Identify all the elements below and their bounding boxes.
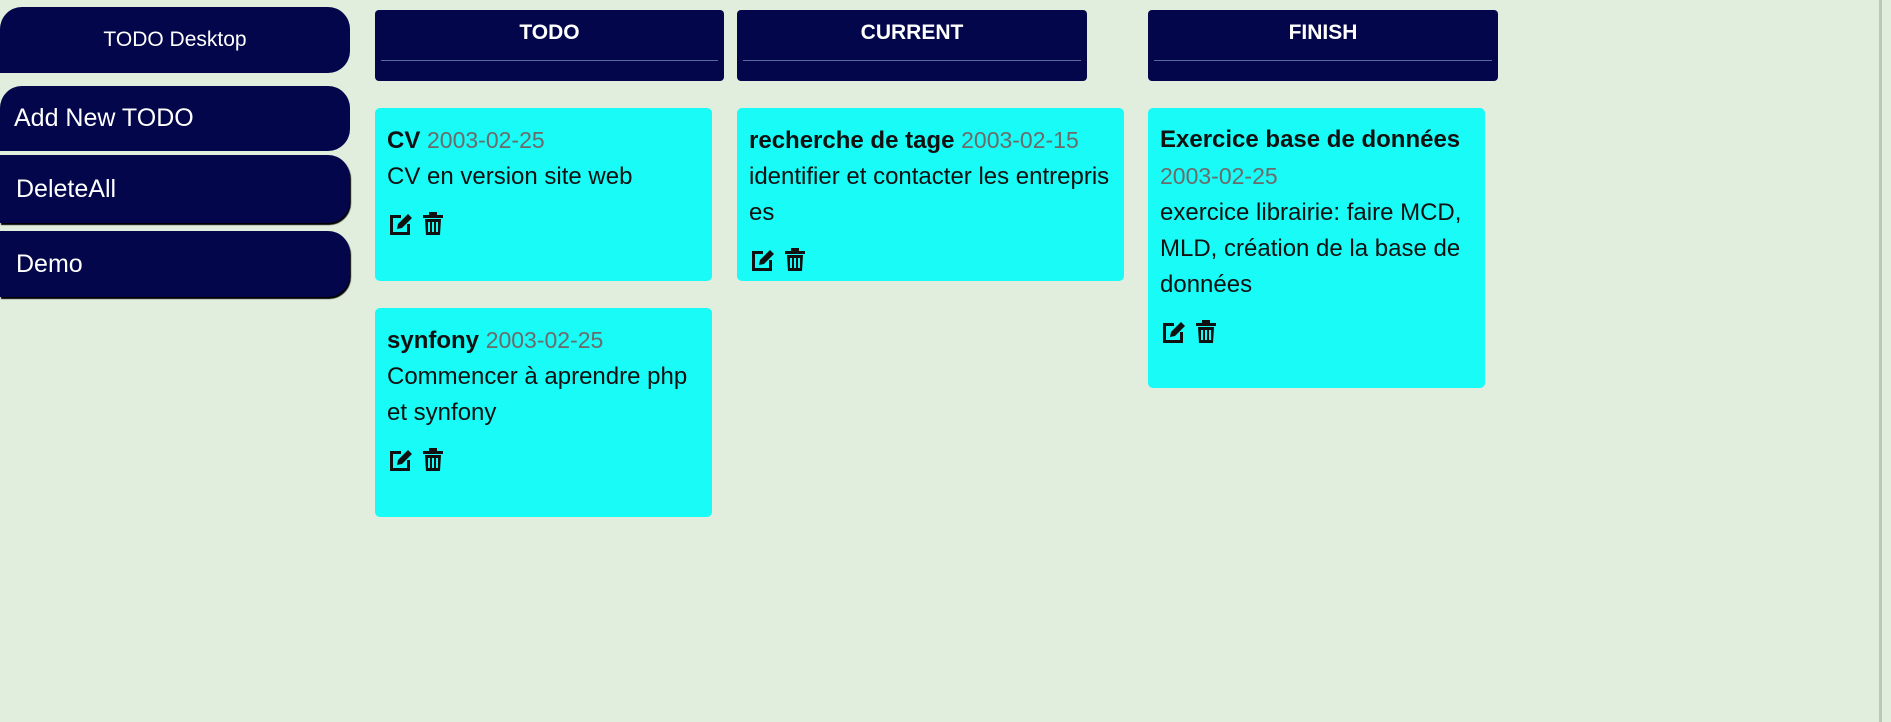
column-divider: [743, 60, 1081, 61]
card-date: 2003-02-25: [427, 127, 545, 153]
trash-icon[interactable]: [419, 209, 447, 237]
todo-card[interactable]: CV 2003-02-25 CV en version site web: [375, 108, 712, 281]
card-title: synfony: [387, 327, 480, 354]
column-divider: [1154, 60, 1492, 61]
column-title: FINISH: [1288, 21, 1358, 44]
todo-card[interactable]: Exercice base de données 2003-02-25 exer…: [1148, 108, 1485, 388]
card-header: synfony 2003-02-25: [387, 322, 700, 359]
todo-card[interactable]: recherche de tage 2003-02-15 identifier …: [737, 108, 1124, 281]
edit-icon[interactable]: [1160, 317, 1188, 345]
card-header: recherche de tage 2003-02-15: [749, 122, 1112, 159]
scrollbar-edge: [1879, 0, 1882, 722]
column-header-current: CURRENT: [737, 10, 1087, 81]
card-actions: [387, 209, 700, 237]
card-description: Commencer à aprendre php et synfony: [387, 363, 688, 426]
column-header-todo: TODO: [375, 10, 724, 81]
card-date: 2003-02-15: [961, 127, 1079, 153]
add-todo-button[interactable]: Add New TODO: [0, 86, 350, 151]
column-title: TODO: [519, 21, 580, 44]
demo-button[interactable]: Demo: [0, 231, 350, 297]
card-date: 2003-02-25: [1160, 163, 1278, 189]
column-divider: [381, 60, 718, 61]
todo-card[interactable]: synfony 2003-02-25 Commencer à aprendre …: [375, 308, 712, 517]
card-header: CV 2003-02-25: [387, 122, 700, 159]
card-actions: [749, 245, 1112, 273]
card-actions: [1160, 317, 1473, 345]
card-header: Exercice base de données 2003-02-25: [1160, 122, 1473, 195]
edit-icon[interactable]: [749, 245, 777, 273]
column-header-finish: FINISH: [1148, 10, 1498, 81]
app-title[interactable]: TODO Desktop: [0, 7, 350, 73]
column-title: CURRENT: [860, 21, 964, 44]
trash-icon[interactable]: [1192, 317, 1220, 345]
card-description: exercice librairie: faire MCD, MLD, créa…: [1160, 199, 1462, 298]
edit-icon[interactable]: [387, 209, 415, 237]
edit-icon[interactable]: [387, 445, 415, 473]
trash-icon[interactable]: [419, 445, 447, 473]
card-actions: [387, 445, 700, 473]
trash-icon[interactable]: [781, 245, 809, 273]
card-title: CV: [387, 127, 421, 154]
delete-all-button[interactable]: DeleteAll: [0, 155, 350, 223]
card-title: Exercice base de données: [1160, 126, 1461, 153]
card-title: recherche de tage: [749, 127, 955, 154]
card-description: identifier et contacter les entreprises: [749, 163, 1110, 226]
card-description: CV en version site web: [387, 163, 633, 190]
card-date: 2003-02-25: [485, 327, 604, 353]
